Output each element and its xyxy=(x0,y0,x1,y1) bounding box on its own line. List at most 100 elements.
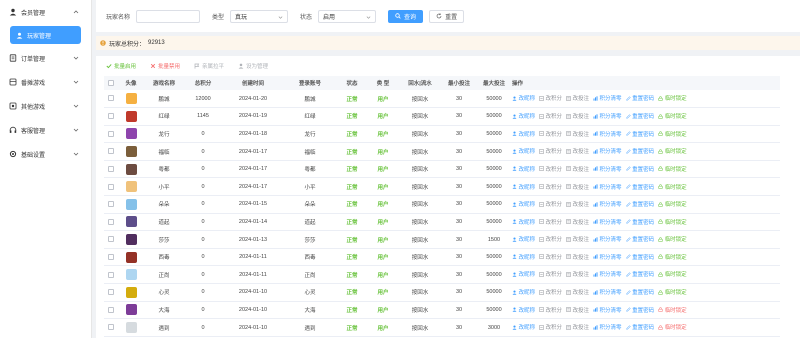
reset-password-button[interactable]: 重置密码 xyxy=(625,183,654,191)
edit-nickname-button[interactable]: 改昵称 xyxy=(512,288,535,296)
reset-password-button[interactable]: 重置密码 xyxy=(625,130,654,138)
edit-nickname-button[interactable]: 改昵称 xyxy=(512,147,535,155)
reset-password-button[interactable]: 重置密码 xyxy=(625,323,654,331)
temp-lock-button[interactable]: 临时锁定 xyxy=(658,288,687,296)
batch-disable-button[interactable]: 批量禁用 xyxy=(150,62,180,70)
clear-points-button[interactable]: 积分清零 xyxy=(593,94,622,102)
row-checkbox[interactable] xyxy=(104,265,118,285)
set-manager-button[interactable]: 设为管理 xyxy=(238,62,268,70)
edit-bet-button[interactable]: 改投注 xyxy=(566,218,589,226)
row-checkbox[interactable] xyxy=(104,283,118,302)
temp-lock-button[interactable]: 临时锁定 xyxy=(658,270,687,278)
select-all-checkbox[interactable] xyxy=(104,76,118,90)
reset-password-button[interactable]: 重置密码 xyxy=(625,165,654,173)
edit-nickname-button[interactable]: 改昵称 xyxy=(512,306,535,314)
reset-password-button[interactable]: 重置密码 xyxy=(625,218,654,226)
clear-points-button[interactable]: 积分清零 xyxy=(593,323,622,331)
edit-nickname-button[interactable]: 改昵称 xyxy=(512,94,535,102)
reset-password-button[interactable]: 重置密码 xyxy=(625,200,654,208)
reset-password-button[interactable]: 重置密码 xyxy=(625,94,654,102)
temp-lock-button[interactable]: 临时锁定 xyxy=(658,235,687,243)
clear-points-button[interactable]: 积分清零 xyxy=(593,183,622,191)
sidebar-item-settings[interactable]: 基础设置 xyxy=(0,142,91,166)
reset-button[interactable]: 重置 xyxy=(429,9,465,23)
reset-password-button[interactable]: 重置密码 xyxy=(625,288,654,296)
edit-bet-button[interactable]: 改投注 xyxy=(566,323,589,331)
clear-points-button[interactable]: 积分清零 xyxy=(593,165,622,173)
row-checkbox[interactable] xyxy=(104,107,118,126)
status-select[interactable]: 启用 xyxy=(318,9,377,23)
clear-points-button[interactable]: 积分清零 xyxy=(593,200,622,208)
edit-points-button[interactable]: 改积分 xyxy=(539,94,562,102)
edit-nickname-button[interactable]: 改昵称 xyxy=(512,165,535,173)
edit-points-button[interactable]: 改积分 xyxy=(539,323,562,331)
reset-password-button[interactable]: 重置密码 xyxy=(625,235,654,243)
clear-points-button[interactable]: 积分清零 xyxy=(593,270,622,278)
edit-nickname-button[interactable]: 改昵称 xyxy=(512,253,535,261)
edit-points-button[interactable]: 改积分 xyxy=(539,112,562,120)
temp-lock-button[interactable]: 临时锁定 xyxy=(658,306,687,314)
edit-bet-button[interactable]: 改投注 xyxy=(566,165,589,173)
clear-points-button[interactable]: 积分清零 xyxy=(593,253,622,261)
edit-nickname-button[interactable]: 改昵称 xyxy=(512,235,535,243)
row-checkbox[interactable] xyxy=(104,230,118,249)
edit-bet-button[interactable]: 改投注 xyxy=(566,130,589,138)
player-name-input[interactable] xyxy=(136,9,201,23)
clear-points-button[interactable]: 积分清零 xyxy=(593,112,622,120)
edit-nickname-button[interactable]: 改昵称 xyxy=(512,323,535,331)
sidebar-subitem-player[interactable]: 玩家管理 xyxy=(10,26,81,44)
type-select[interactable]: 真玩 xyxy=(230,9,289,23)
sidebar-item-fantan[interactable]: 番摊游戏 xyxy=(0,70,91,94)
edit-bet-button[interactable]: 改投注 xyxy=(566,94,589,102)
edit-bet-button[interactable]: 改投注 xyxy=(566,200,589,208)
clear-points-button[interactable]: 积分清零 xyxy=(593,288,622,296)
row-checkbox[interactable] xyxy=(104,160,118,179)
edit-bet-button[interactable]: 改投注 xyxy=(566,270,589,278)
reset-password-button[interactable]: 重置密码 xyxy=(625,147,654,155)
temp-lock-button[interactable]: 临时锁定 xyxy=(658,165,687,173)
edit-bet-button[interactable]: 改投注 xyxy=(566,235,589,243)
edit-bet-button[interactable]: 改投注 xyxy=(566,147,589,155)
row-checkbox[interactable] xyxy=(104,195,118,214)
edit-points-button[interactable]: 改积分 xyxy=(539,147,562,155)
clear-points-button[interactable]: 积分清零 xyxy=(593,147,622,155)
edit-nickname-button[interactable]: 改昵称 xyxy=(512,200,535,208)
edit-points-button[interactable]: 改积分 xyxy=(539,235,562,243)
reset-password-button[interactable]: 重置密码 xyxy=(625,306,654,314)
edit-nickname-button[interactable]: 改昵称 xyxy=(512,218,535,226)
edit-nickname-button[interactable]: 改昵称 xyxy=(512,130,535,138)
row-checkbox[interactable] xyxy=(104,125,118,144)
edit-nickname-button[interactable]: 改昵称 xyxy=(512,270,535,278)
temp-lock-button[interactable]: 临时锁定 xyxy=(658,218,687,226)
temp-lock-button[interactable]: 临时锁定 xyxy=(658,200,687,208)
temp-lock-button[interactable]: 临时锁定 xyxy=(658,94,687,102)
temp-lock-button[interactable]: 临时锁定 xyxy=(658,323,687,331)
edit-points-button[interactable]: 改积分 xyxy=(539,165,562,173)
clear-points-button[interactable]: 积分清零 xyxy=(593,306,622,314)
row-checkbox[interactable] xyxy=(104,301,118,320)
query-button[interactable]: 查询 xyxy=(388,9,424,23)
temp-lock-button[interactable]: 临时锁定 xyxy=(658,253,687,261)
row-checkbox[interactable] xyxy=(104,177,118,197)
clear-points-button[interactable]: 积分清零 xyxy=(593,130,622,138)
temp-lock-button[interactable]: 临时锁定 xyxy=(658,147,687,155)
edit-bet-button[interactable]: 改投注 xyxy=(566,183,589,191)
edit-points-button[interactable]: 改积分 xyxy=(539,270,562,278)
edit-nickname-button[interactable]: 改昵称 xyxy=(512,183,535,191)
reset-password-button[interactable]: 重置密码 xyxy=(625,270,654,278)
temp-lock-button[interactable]: 临时锁定 xyxy=(658,130,687,138)
batch-enable-button[interactable]: 批量启用 xyxy=(106,62,136,70)
edit-bet-button[interactable]: 改投注 xyxy=(566,253,589,261)
edit-points-button[interactable]: 改积分 xyxy=(539,200,562,208)
edit-nickname-button[interactable]: 改昵称 xyxy=(512,112,535,120)
row-checkbox[interactable] xyxy=(104,90,118,109)
edit-bet-button[interactable]: 改投注 xyxy=(566,306,589,314)
edit-points-button[interactable]: 改积分 xyxy=(539,288,562,296)
reset-password-button[interactable]: 重置密码 xyxy=(625,112,654,120)
edit-points-button[interactable]: 改积分 xyxy=(539,253,562,261)
edit-points-button[interactable]: 改积分 xyxy=(539,130,562,138)
row-checkbox[interactable] xyxy=(104,142,118,161)
edit-bet-button[interactable]: 改投注 xyxy=(566,112,589,120)
row-checkbox[interactable] xyxy=(104,213,118,232)
edit-points-button[interactable]: 改积分 xyxy=(539,183,562,191)
